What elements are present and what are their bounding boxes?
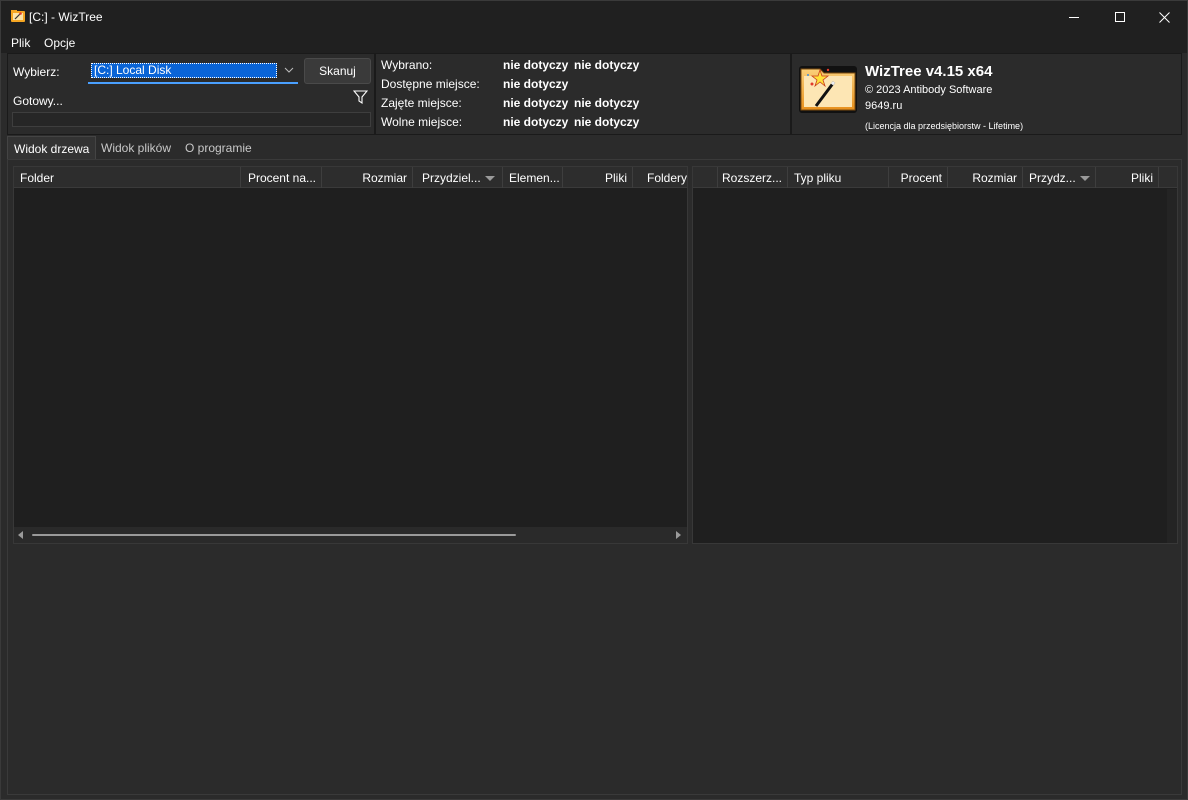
scan-progress-bar [12, 112, 371, 127]
minimize-icon [1068, 16, 1079, 18]
minimize-button[interactable] [1051, 1, 1097, 33]
info-label-used: Zajęte miejsce: [381, 96, 462, 110]
table-header: Rozszerz... Typ pliku Procent Rozmiar Pr… [693, 167, 1177, 188]
column-folders[interactable]: Foldery [633, 167, 689, 188]
column-file-type[interactable]: Typ pliku [788, 167, 889, 188]
column-allocated[interactable]: Przydz... [1023, 167, 1096, 188]
menu-opcje[interactable]: Opcje [44, 36, 75, 50]
info-value-free-2: nie dotyczy [574, 115, 640, 129]
filter-icon[interactable] [353, 90, 368, 104]
info-label-selected: Wybrano: [381, 58, 433, 72]
tab-tree-view[interactable]: Widok drzewa [7, 136, 97, 160]
folder-tree-table[interactable]: Folder Procent na... Rozmiar Przydziel..… [13, 166, 688, 544]
info-value-available-1: nie dotyczy [503, 77, 569, 91]
column-extension[interactable]: Rozszerz... [718, 167, 788, 188]
column-files[interactable]: Pliki [1096, 167, 1159, 188]
file-types-table[interactable]: Rozszerz... Typ pliku Procent Rozmiar Pr… [692, 166, 1178, 544]
tab-content: Folder Procent na... Rozmiar Przydziel..… [7, 159, 1182, 795]
column-size[interactable]: Rozmiar [948, 167, 1023, 188]
info-value-selected-2: nie dotyczy [574, 58, 640, 72]
drive-select[interactable]: [C:] Local Disk [88, 60, 298, 84]
scan-panel: Wybierz: [C:] Local Disk Skanuj Gotowy..… [7, 53, 375, 135]
wiztree-logo [799, 66, 857, 113]
window-title: [C:] - WizTree [29, 10, 103, 24]
info-value-used-2: nie dotyczy [574, 96, 640, 110]
scroll-right-arrow-icon[interactable] [676, 531, 681, 539]
close-icon [1158, 11, 1170, 23]
table-header: Folder Procent na... Rozmiar Przydziel..… [14, 167, 687, 188]
column-percent[interactable]: Procent [889, 167, 948, 188]
info-label-available: Dostępne miejsce: [381, 77, 480, 91]
column-size[interactable]: Rozmiar [322, 167, 413, 188]
close-button[interactable] [1141, 1, 1187, 33]
status-text: Gotowy... [13, 94, 63, 108]
wiztree-app-icon [11, 10, 25, 22]
column-items[interactable]: Elemen... [503, 167, 563, 188]
title-bar[interactable]: [C:] - WizTree [1, 1, 1187, 33]
info-value-free-1: nie dotyczy [503, 115, 569, 129]
app-window: [C:] - WizTree Plik Opcje Wybierz: [C:] … [0, 0, 1188, 800]
column-folder[interactable]: Folder [14, 167, 241, 188]
info-label-free: Wolne miejsce: [381, 115, 463, 129]
column-allocated[interactable]: Przydziel... [413, 167, 503, 188]
maximize-icon [1114, 11, 1125, 22]
license-text: (Licencja dla przedsiębiorstw - Lifetime… [865, 121, 1024, 131]
website-link[interactable]: 9649.ru [865, 100, 902, 112]
sort-desc-icon [1079, 176, 1090, 182]
about-panel: WizTree v4.15 x64 © 2023 Antibody Softwa… [791, 53, 1182, 135]
select-label: Wybierz: [13, 65, 60, 79]
tab-about[interactable]: O programie [179, 136, 258, 160]
maximize-button[interactable] [1097, 1, 1143, 33]
menu-plik[interactable]: Plik [11, 36, 30, 50]
vertical-scrollbar[interactable] [1167, 189, 1177, 543]
sort-desc-icon [484, 176, 495, 182]
column-percent-parent[interactable]: Procent na... [241, 167, 322, 188]
column-color[interactable] [693, 167, 718, 188]
drive-select-value: [C:] Local Disk [91, 63, 277, 78]
scroll-left-arrow-icon[interactable] [18, 531, 23, 539]
info-value-selected-1: nie dotyczy [503, 58, 569, 72]
menu-bar: Plik Opcje [1, 33, 1187, 53]
disk-info-panel: Wybrano: nie dotyczy nie dotyczy Dostępn… [375, 53, 791, 135]
scroll-thumb[interactable] [32, 534, 516, 536]
tab-file-view[interactable]: Widok plików [95, 136, 177, 160]
copyright-text: © 2023 Antibody Software [865, 84, 993, 96]
chevron-down-icon [284, 67, 294, 73]
column-files[interactable]: Pliki [563, 167, 633, 188]
horizontal-scrollbar[interactable] [14, 527, 687, 543]
product-name: WizTree v4.15 x64 [865, 63, 993, 80]
info-value-used-1: nie dotyczy [503, 96, 569, 110]
scan-button[interactable]: Skanuj [304, 58, 371, 84]
